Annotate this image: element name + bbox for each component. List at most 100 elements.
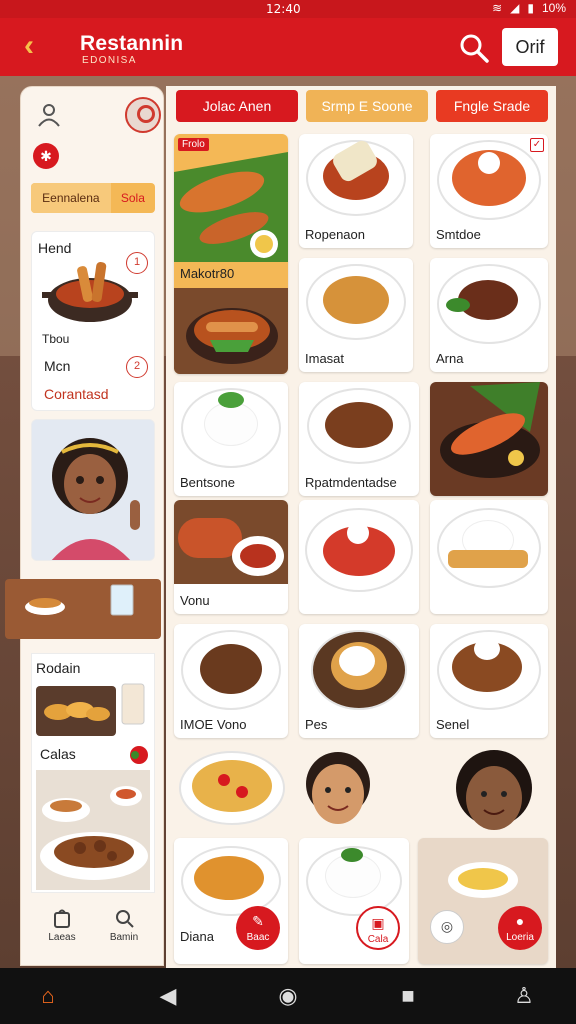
tab-eennalena[interactable]: Eennalena bbox=[31, 183, 111, 213]
avatar[interactable] bbox=[125, 97, 161, 133]
food-image bbox=[339, 646, 375, 676]
bag-icon: ▣ bbox=[371, 915, 385, 931]
fab-label: Loeria bbox=[506, 932, 534, 943]
food-image bbox=[474, 638, 500, 660]
status-time: 12:40 bbox=[266, 2, 301, 16]
sidebar-bottom-item[interactable]: Calas bbox=[40, 746, 76, 762]
food-name: Pes bbox=[305, 717, 328, 732]
food-name: Imasat bbox=[305, 351, 345, 366]
sidebar-recipe-card: Rodain Calas bbox=[31, 653, 155, 893]
home-circle-icon[interactable]: ◉ bbox=[272, 980, 304, 1012]
sidebar-item-label[interactable]: Mcn bbox=[44, 358, 70, 374]
signal-icon: ◢ bbox=[510, 1, 520, 15]
category-button[interactable]: Srmp E Soone bbox=[306, 90, 428, 122]
fried-snack-image bbox=[36, 683, 145, 736]
food-name: Smtdoe bbox=[436, 227, 481, 242]
bag-icon bbox=[54, 909, 70, 928]
kids-eating-illustration bbox=[179, 750, 532, 830]
clay-pot-image bbox=[174, 288, 288, 374]
section-title: Rodain bbox=[36, 660, 81, 676]
battery-icon: ▮ bbox=[527, 1, 534, 15]
food-card[interactable]: Ropenaon bbox=[299, 134, 413, 248]
sidebar-header bbox=[31, 97, 161, 137]
fab-button[interactable]: ◎ bbox=[430, 910, 464, 944]
back-icon[interactable]: ‹ bbox=[12, 30, 46, 64]
food-card[interactable]: Rpatmdentadse bbox=[299, 382, 419, 496]
grilled-fish-image bbox=[174, 152, 288, 262]
search-icon bbox=[116, 910, 134, 928]
food-name: Diana bbox=[180, 929, 214, 944]
table-illustration bbox=[5, 579, 161, 639]
food-card[interactable] bbox=[430, 382, 548, 496]
food-card[interactable]: ✓ Smtdoe bbox=[430, 134, 548, 248]
food-image bbox=[323, 276, 389, 324]
app-bar: ‹ Restannin EDONISA Orif bbox=[0, 18, 576, 76]
food-card[interactable]: Imasat bbox=[299, 258, 413, 372]
food-card[interactable] bbox=[430, 500, 548, 614]
category-button[interactable]: Fngle Srade bbox=[436, 90, 548, 122]
sidebar-nav-label: Bamin bbox=[109, 932, 139, 943]
food-name: Ropenaon bbox=[305, 227, 365, 242]
back-triangle-icon[interactable]: ◀ bbox=[152, 980, 184, 1012]
item-number-badge: 2 bbox=[126, 356, 148, 378]
pot-dish-image bbox=[42, 262, 138, 322]
food-card[interactable] bbox=[299, 500, 419, 614]
food-card[interactable]: Pes bbox=[299, 624, 419, 738]
page-title: Restannin bbox=[80, 32, 184, 55]
fried-fish-pan-image bbox=[440, 382, 540, 478]
mascot-card bbox=[31, 419, 155, 561]
food-card-featured[interactable]: Frolo Makotr80 bbox=[174, 134, 288, 374]
sidebar-tabs: Eennalena Sola bbox=[31, 183, 155, 213]
food-card[interactable]: Arna bbox=[430, 258, 548, 372]
check-icon[interactable]: ✓ bbox=[530, 138, 544, 152]
food-image bbox=[446, 298, 470, 312]
food-card[interactable]: Vonu bbox=[174, 500, 288, 614]
sidebar: ✱ Eennalena Sola Hend 1 Tbou Mcn 2 Coran… bbox=[5, 86, 164, 966]
food-image bbox=[200, 644, 262, 694]
featured-badge: Frolo bbox=[178, 138, 209, 151]
page-subtitle: EDONISA bbox=[82, 55, 137, 66]
food-name: Senel bbox=[436, 717, 470, 732]
fab-button[interactable]: ▣ Cala bbox=[356, 906, 400, 950]
sidebar-nav-item[interactable]: Laeas bbox=[31, 907, 93, 959]
combo-label[interactable]: Corantasd bbox=[44, 386, 109, 402]
chicken-platter-image bbox=[36, 770, 150, 890]
profile-icon[interactable]: ♙ bbox=[508, 980, 540, 1012]
food-card[interactable]: Senel bbox=[430, 624, 548, 738]
food-card[interactable]: IMOE Vono bbox=[174, 624, 288, 738]
food-name: Makotr80 bbox=[180, 266, 235, 281]
fab-button[interactable]: ● Loeria bbox=[498, 906, 542, 950]
fab-label: Cala bbox=[367, 934, 389, 945]
profile-icon: ● bbox=[515, 913, 525, 929]
fab-label: Baac bbox=[246, 932, 270, 943]
food-image bbox=[325, 402, 393, 448]
food-image bbox=[347, 522, 369, 544]
food-name: IMOE Vono bbox=[180, 717, 247, 732]
sidebar-nav-item[interactable]: Bamin bbox=[93, 907, 155, 959]
tomato-icon bbox=[130, 746, 148, 764]
header-action-button[interactable]: Orif bbox=[502, 28, 558, 66]
food-image bbox=[458, 868, 508, 890]
sidebar-nav-label: Laeas bbox=[48, 932, 76, 943]
home-icon[interactable]: ⌂ bbox=[32, 980, 64, 1012]
category-button[interactable]: Jolac Anen bbox=[176, 90, 298, 122]
fab-button[interactable]: ✎ Baac bbox=[236, 906, 280, 950]
search-icon[interactable] bbox=[456, 30, 492, 66]
tab-sola[interactable]: Sola bbox=[111, 183, 155, 213]
system-nav-bar: ⌂ ◀ ◉ ■ ♙ bbox=[0, 968, 576, 1024]
food-card[interactable]: Bentsone bbox=[174, 382, 288, 496]
soup-bowl-image bbox=[25, 584, 134, 616]
square-icon[interactable]: ■ bbox=[392, 980, 424, 1012]
battery-text: 10% bbox=[541, 1, 566, 15]
star-icon[interactable]: ✱ bbox=[33, 143, 59, 169]
sidebar-item-label[interactable]: Hend bbox=[38, 240, 71, 256]
sidebar-item-label[interactable]: Tbou bbox=[42, 332, 69, 346]
person-icon[interactable] bbox=[35, 101, 63, 129]
food-card[interactable] bbox=[299, 838, 409, 964]
food-name: Rpatmdentadse bbox=[305, 475, 397, 490]
food-image bbox=[204, 402, 258, 446]
sidebar-bottom-nav: Laeas Bamin bbox=[31, 907, 155, 959]
food-name: Bentsone bbox=[180, 475, 235, 490]
food-image bbox=[218, 392, 244, 408]
wifi-icon: ≋ bbox=[492, 1, 503, 15]
